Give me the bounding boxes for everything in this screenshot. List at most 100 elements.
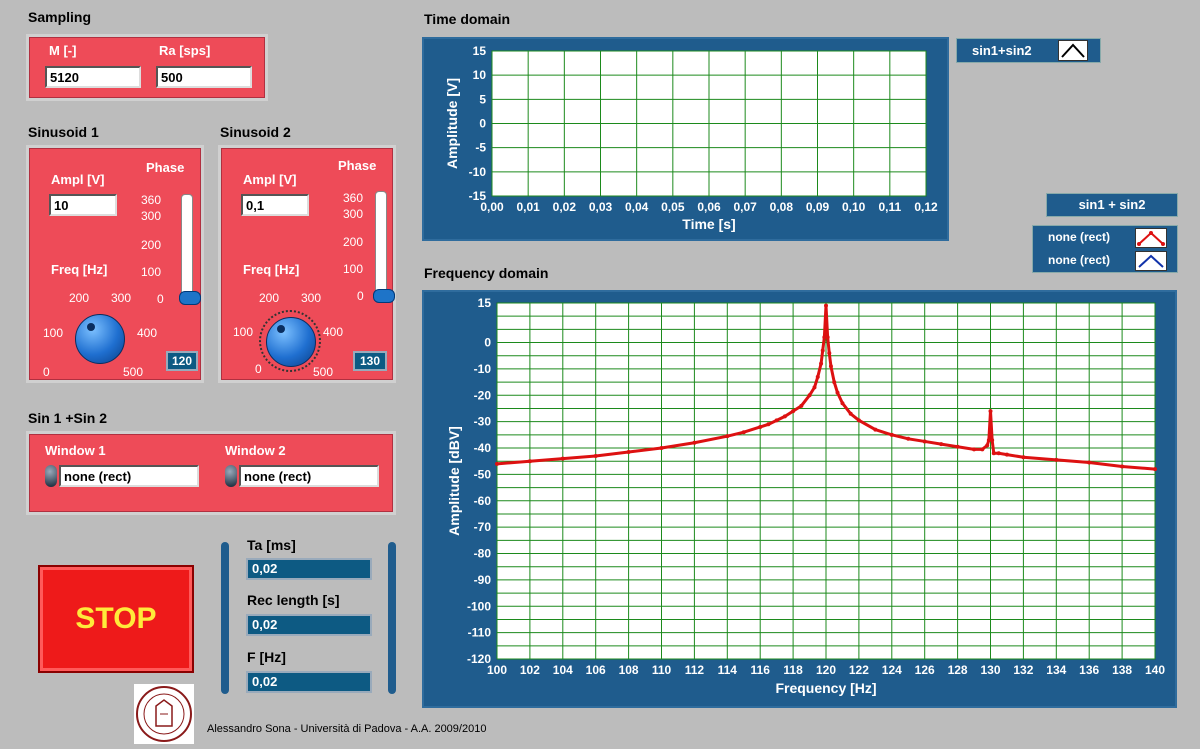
ta-display: 0,02 bbox=[246, 558, 372, 580]
y-tick-label: -10 bbox=[474, 362, 492, 376]
sampling-title: Sampling bbox=[28, 9, 92, 25]
phase2-slider-handle[interactable] bbox=[373, 289, 395, 303]
ampl2-input[interactable]: 0,1 bbox=[241, 194, 309, 216]
series-point bbox=[873, 427, 878, 432]
x-tick-label: 140 bbox=[1145, 663, 1165, 677]
freq1-label: Freq [Hz] bbox=[51, 262, 108, 277]
series-point bbox=[980, 447, 985, 452]
x-tick-label: 0,06 bbox=[697, 200, 721, 214]
x-tick-label: 108 bbox=[619, 663, 639, 677]
knob2-tick: 100 bbox=[233, 325, 254, 339]
x-tick-label: 114 bbox=[718, 663, 738, 677]
series-point bbox=[955, 444, 960, 449]
freq-legend-red-line-icon[interactable] bbox=[1135, 228, 1167, 248]
window1-select[interactable]: none (rect) bbox=[59, 465, 199, 487]
ampl1-input[interactable]: 10 bbox=[49, 194, 117, 216]
y-axis-label: Amplitude [dBV] bbox=[446, 426, 462, 536]
knob2-tick: 200 bbox=[259, 291, 280, 305]
series-point bbox=[1004, 452, 1009, 457]
time-legend-label: sin1+sin2 bbox=[972, 43, 1032, 58]
x-tick-label: 116 bbox=[751, 663, 771, 677]
ampl1-label: Ampl [V] bbox=[51, 172, 105, 187]
y-tick-label: 15 bbox=[478, 296, 492, 310]
freq1-knob[interactable] bbox=[75, 314, 125, 364]
sinusoid2-panel: Phase Ampl [V] 0,1 360 300 200 100 0 Fre… bbox=[218, 145, 396, 383]
y-tick-label: -90 bbox=[474, 573, 492, 587]
phase1-tick: 200 bbox=[141, 238, 162, 252]
freq2-knob[interactable] bbox=[266, 317, 316, 367]
phase2-tick: 100 bbox=[343, 262, 364, 276]
m-input[interactable]: 5120 bbox=[45, 66, 141, 88]
time-legend-line-icon[interactable] bbox=[1058, 40, 1088, 61]
freq-legend[interactable]: none (rect) none (rect) bbox=[1032, 225, 1178, 273]
y-tick-label: 5 bbox=[479, 92, 486, 106]
y-tick-label: 0 bbox=[484, 336, 491, 350]
phase2-tick: 200 bbox=[343, 235, 364, 249]
y-tick-label: -40 bbox=[474, 441, 492, 455]
knob2-tick: 400 bbox=[323, 325, 344, 339]
freq-legend-title: sin1 + sin2 bbox=[1046, 193, 1178, 217]
time-legend[interactable]: sin1+sin2 bbox=[956, 38, 1101, 63]
series-point bbox=[1087, 460, 1092, 465]
x-tick-label: 122 bbox=[849, 663, 869, 677]
x-tick-label: 0,11 bbox=[878, 200, 901, 214]
x-tick-label: 126 bbox=[915, 663, 935, 677]
ra-input[interactable]: 500 bbox=[156, 66, 252, 88]
series-point bbox=[741, 430, 746, 435]
time-graph-plot[interactable]: 0,00 0,01 0,02 0,03 0,04 0,05 0,06 0,07 0,08 0,09… bbox=[424, 39, 947, 239]
footer-credits: Alessandro Sona - Università di Padova -… bbox=[207, 723, 487, 735]
stop-button[interactable]: STOP bbox=[38, 565, 194, 673]
series-point bbox=[828, 364, 833, 369]
x-tick-label: 0,10 bbox=[842, 200, 866, 214]
series-point bbox=[824, 303, 828, 308]
y-axis-label: Amplitude [V] bbox=[444, 78, 460, 169]
y-tick-label: -20 bbox=[474, 388, 492, 402]
window2-select[interactable]: none (rect) bbox=[239, 465, 379, 487]
series-point bbox=[1021, 455, 1026, 460]
x-tick-label: 0,07 bbox=[733, 200, 757, 214]
freq-legend-blue-line-icon[interactable] bbox=[1135, 251, 1167, 271]
knob2-tick: 300 bbox=[301, 291, 322, 305]
phase1-label: Phase bbox=[146, 160, 185, 175]
x-tick-label: 106 bbox=[586, 663, 606, 677]
freq2-label: Freq [Hz] bbox=[243, 262, 300, 277]
series-point bbox=[835, 390, 840, 395]
y-tick-label: -110 bbox=[468, 626, 492, 640]
series-point bbox=[985, 443, 990, 448]
phase1-slider-handle[interactable] bbox=[179, 291, 201, 305]
series-point bbox=[1054, 457, 1059, 462]
phase2-slider-track[interactable] bbox=[375, 191, 387, 299]
freq-graph-plot[interactable]: 100 102 104 106 108 110 112 114 116 118 120 122 124 1… bbox=[424, 292, 1175, 706]
series-point bbox=[825, 335, 830, 340]
series-point bbox=[791, 409, 796, 414]
m-label: M [-] bbox=[49, 43, 77, 58]
x-tick-label: 0,04 bbox=[625, 200, 649, 214]
window1-stepper[interactable] bbox=[45, 465, 57, 487]
x-tick-label: 102 bbox=[520, 663, 540, 677]
series-point bbox=[991, 451, 996, 456]
x-tick-label: 132 bbox=[1013, 663, 1033, 677]
knob1-tick: 200 bbox=[69, 291, 90, 305]
series-point bbox=[856, 418, 861, 423]
series-point bbox=[766, 422, 771, 427]
indicator-rail-right bbox=[388, 542, 396, 694]
y-tick-label: -10 bbox=[469, 165, 487, 179]
freq1-display: 120 bbox=[166, 351, 198, 371]
series-point bbox=[815, 374, 820, 379]
y-tick-label: -100 bbox=[467, 599, 491, 613]
phase1-slider-track[interactable] bbox=[181, 194, 193, 302]
f-display: 0,02 bbox=[246, 671, 372, 693]
time-graph-frame: 0,00 0,01 0,02 0,03 0,04 0,05 0,06 0,07 0,08 0,09… bbox=[422, 37, 949, 241]
series-point bbox=[626, 449, 631, 454]
knob1-tick: 400 bbox=[137, 326, 158, 340]
series-point bbox=[527, 459, 532, 464]
phase2-tick: 360 bbox=[343, 191, 364, 205]
window2-stepper[interactable] bbox=[225, 465, 237, 487]
time-graph-title: Time domain bbox=[424, 11, 511, 27]
series-point bbox=[819, 361, 824, 366]
rec-length-display: 0,02 bbox=[246, 614, 372, 636]
series-point bbox=[988, 409, 993, 414]
x-tick-label: 104 bbox=[553, 663, 573, 677]
y-tick-label: -15 bbox=[469, 189, 487, 203]
y-tick-label: -60 bbox=[474, 494, 492, 508]
